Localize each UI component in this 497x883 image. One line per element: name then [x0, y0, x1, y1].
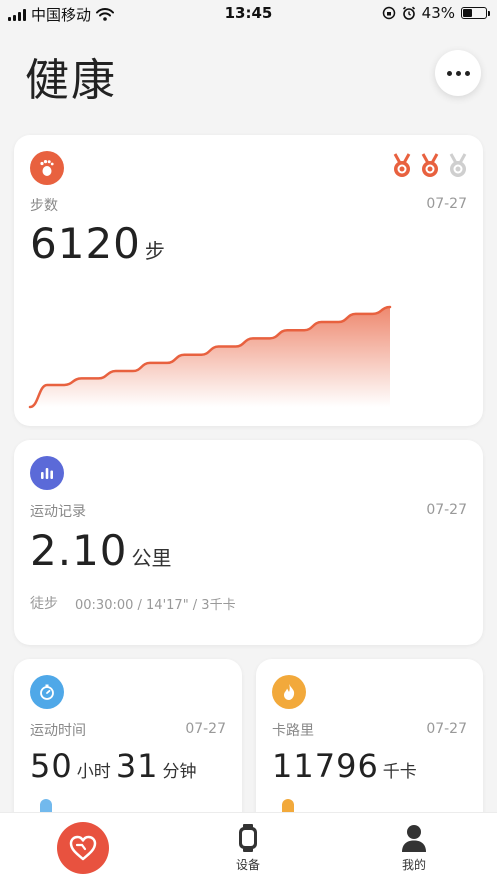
tab-me[interactable]: 我的 [386, 813, 442, 883]
workout-value: 2.10 [30, 526, 128, 575]
more-horizontal-icon [446, 70, 470, 76]
stopwatch-icon [40, 684, 54, 700]
tab-health-badge [57, 822, 109, 874]
tab-me-label: 我的 [401, 857, 426, 872]
heart-icon [69, 835, 97, 861]
duration-value-row: 50 小时 31 分钟 [30, 747, 197, 785]
page-title: 健康 [25, 55, 117, 106]
status-bar: 中国移动 13:45 43% [0, 0, 497, 26]
workout-icon-badge [30, 456, 64, 490]
watch-icon [239, 823, 257, 852]
orientation-lock-icon [382, 6, 395, 20]
bar-chart-icon [41, 468, 53, 479]
workout-details: 00:30:00 / 14'17" / 3千卡 [75, 598, 236, 613]
workout-date: 07-27 [426, 502, 467, 518]
steps-chart [28, 305, 392, 409]
person-icon [402, 824, 426, 852]
flame-icon [284, 684, 295, 700]
alarm-icon [402, 6, 415, 20]
tab-device[interactable]: 设备 [220, 813, 276, 883]
duration-date: 07-27 [185, 721, 226, 737]
calories-date: 07-27 [426, 721, 467, 737]
calories-icon-badge [272, 675, 306, 709]
calories-unit: 千卡 [382, 762, 417, 782]
workout-value-row: 2.10 公里 [30, 526, 172, 575]
battery-percent: 43% [421, 4, 455, 22]
workout-activity: 徒步 [30, 596, 58, 612]
tab-health[interactable] [56, 813, 110, 883]
duration-hours: 50 [30, 747, 73, 785]
steps-card[interactable]: 步数 07-27 6120 步 [14, 135, 483, 426]
calories-value-row: 11796 千卡 [272, 747, 417, 785]
more-button[interactable] [435, 50, 481, 96]
battery-icon [461, 7, 490, 19]
calories-label: 卡路里 [272, 723, 314, 739]
duration-label: 运动时间 [30, 723, 86, 739]
duration-icon-badge [30, 675, 64, 709]
battery-level [463, 9, 472, 17]
tab-device-label: 设备 [235, 857, 260, 872]
status-right: 43% [382, 4, 490, 22]
duration-minutes: 31 [115, 747, 159, 785]
duration-hours-unit: 小时 [76, 762, 111, 782]
workout-unit: 公里 [131, 546, 172, 570]
workout-label: 运动记录 [30, 504, 86, 520]
tab-bar: 设备 我的 [0, 812, 497, 883]
duration-minutes-unit: 分钟 [162, 762, 197, 782]
workout-card[interactable]: 运动记录 07-27 2.10 公里 徒步 00:30:00 / 14'17" /… [14, 440, 483, 645]
calories-value: 11796 [272, 747, 379, 785]
